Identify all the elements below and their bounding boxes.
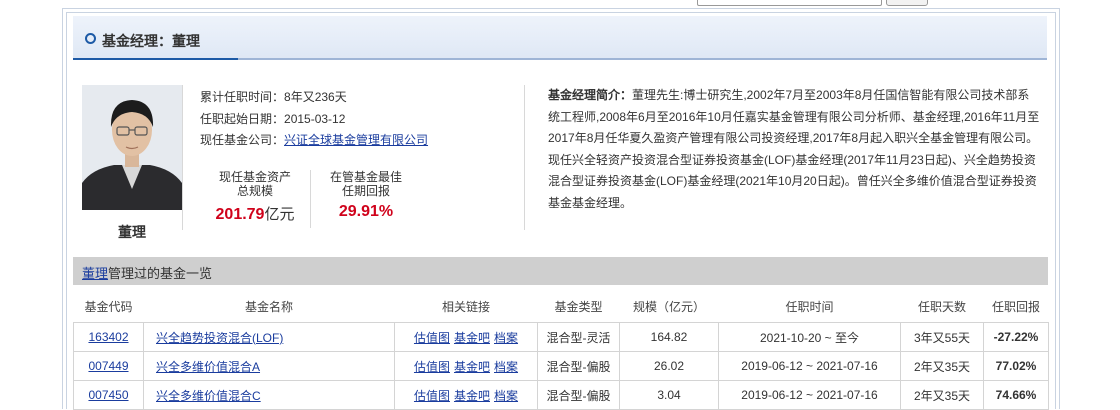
top-bar xyxy=(0,0,1120,8)
tenure-days-cell: 2年又35天 xyxy=(900,351,984,381)
fund-size-cell: 26.02 xyxy=(619,351,719,381)
tenure-period-cell: 2019-06-12 ~ 2021-07-16 xyxy=(718,351,901,381)
table-header-row: 基金代码 基金名称 相关链接 基金类型 规模（亿元） 任职时间 任职天数 任职回… xyxy=(73,290,1049,323)
fund-code-link[interactable]: 007449 xyxy=(88,359,128,373)
related-links-cell: 估值图 基金吧 档案 xyxy=(394,322,538,352)
table-row: 163402 兴全趋势投资混合(LOF) 估值图 基金吧 档案 混合型-灵活 164… xyxy=(73,322,1049,352)
fund-profile-link[interactable]: 档案 xyxy=(494,360,518,374)
start-date-label: 任职起始日期： xyxy=(200,112,285,126)
fund-list-header: 董理管理过的基金一览 xyxy=(73,257,1048,285)
fund-code-cell: 163402 xyxy=(73,322,144,352)
divider xyxy=(182,85,183,230)
related-links-cell: 估值图 基金吧 档案 xyxy=(394,380,538,410)
tenure-return-cell: 74.66% xyxy=(983,380,1049,410)
best-return-label: 在管基金最佳 任期回报 xyxy=(316,170,416,198)
fund-size-cell: 3.04 xyxy=(619,380,719,410)
tenure-period-cell: 2021-10-20 ~ 至今 xyxy=(718,322,901,352)
col-header-size: 规模（亿元） xyxy=(619,290,719,323)
fund-name-cell: 兴全趋势投资混合(LOF) xyxy=(143,322,395,352)
table-row: 007450 兴全多维价值混合C 估值图 基金吧 档案 混合型-偏股 3.04 20… xyxy=(73,380,1049,410)
fund-type-cell: 混合型-偏股 xyxy=(537,351,620,381)
tenure-return-cell: -27.22% xyxy=(983,322,1049,352)
fund-name-cell: 兴全多维价值混合A xyxy=(143,351,395,381)
fund-forum-link[interactable]: 基金吧 xyxy=(454,360,490,374)
col-header-return: 任职回报 xyxy=(983,290,1049,323)
person-portrait-icon xyxy=(82,85,182,210)
tenure-row: 累计任职时间：8年又236天 xyxy=(200,88,347,105)
fund-code-link[interactable]: 163402 xyxy=(88,330,128,344)
best-return-label-line1: 在管基金最佳 xyxy=(329,170,402,184)
manager-bio: 基金经理简介：董理先生:博士研究生,2002年7月至2003年8月任国信智能有限… xyxy=(548,85,1040,214)
divider xyxy=(524,85,525,230)
tenure-days-cell: 3年又55天 xyxy=(900,322,984,352)
search-input[interactable] xyxy=(697,0,882,6)
fund-list-title-text: 管理过的基金一览 xyxy=(108,266,213,281)
manager-name: 董理 xyxy=(118,224,146,240)
tenure-days-cell: 2年又35天 xyxy=(900,380,984,410)
col-header-code: 基金代码 xyxy=(73,290,144,323)
search-button[interactable] xyxy=(886,0,928,6)
fund-list-title: 董理管理过的基金一览 xyxy=(82,263,212,282)
aum-label: 现任基金资产 总规模 xyxy=(205,170,305,198)
tenure-label: 累计任职时间： xyxy=(200,90,285,104)
tenure-return-cell: 77.02% xyxy=(983,351,1049,381)
start-date-value: 2015-03-12 xyxy=(284,112,346,126)
fund-code-cell: 007449 xyxy=(73,351,144,381)
col-header-links: 相关链接 xyxy=(394,290,538,323)
bio-label: 基金经理简介： xyxy=(548,88,633,102)
fund-code-cell: 007450 xyxy=(73,380,144,410)
fund-forum-link[interactable]: 基金吧 xyxy=(454,389,490,403)
best-return-value: 29.91% xyxy=(338,203,394,220)
fund-forum-link[interactable]: 基金吧 xyxy=(454,331,490,345)
aum-unit: 亿元 xyxy=(264,206,295,223)
company-link[interactable]: 兴证全球基金管理有限公司 xyxy=(284,133,428,147)
aum-label-line2: 总规模 xyxy=(236,184,273,198)
fund-name-link[interactable]: 兴全多维价值混合C xyxy=(156,389,261,403)
fund-size-cell: 164.82 xyxy=(619,322,719,352)
col-header-period: 任职时间 xyxy=(718,290,901,323)
fund-name-cell: 兴全多维价值混合C xyxy=(143,380,395,410)
aum-value: 201.79亿元 xyxy=(205,203,305,224)
company-label: 现任基金公司： xyxy=(200,133,285,147)
col-header-days: 任职天数 xyxy=(900,290,984,323)
tenure-value: 8年又236天 xyxy=(284,90,347,104)
fund-table: 基金代码 基金名称 相关链接 基金类型 规模（亿元） 任职时间 任职天数 任职回… xyxy=(73,290,1049,410)
circle-bullet-icon xyxy=(85,33,96,44)
fund-profile-link[interactable]: 档案 xyxy=(494,389,518,403)
fund-name-link[interactable]: 兴全趋势投资混合(LOF) xyxy=(156,331,283,345)
table-row: 007449 兴全多维价值混合A 估值图 基金吧 档案 混合型-偏股 26.02 2… xyxy=(73,351,1049,381)
fund-type-cell: 混合型-灵活 xyxy=(537,322,620,352)
related-links-cell: 估值图 基金吧 档案 xyxy=(394,351,538,381)
title-underline xyxy=(73,58,238,60)
fund-profile-link[interactable]: 档案 xyxy=(494,331,518,345)
section-title: 基金经理：董理 xyxy=(102,33,200,49)
aum-number: 201.79 xyxy=(215,206,265,223)
valuation-chart-link[interactable]: 估值图 xyxy=(414,360,450,374)
valuation-chart-link[interactable]: 估值图 xyxy=(414,389,450,403)
col-header-name: 基金名称 xyxy=(143,290,395,323)
manager-name-link[interactable]: 董理 xyxy=(82,266,108,281)
aum-label-line1: 现任基金资产 xyxy=(218,170,291,184)
col-header-type: 基金类型 xyxy=(537,290,620,323)
valuation-chart-link[interactable]: 估值图 xyxy=(414,331,450,345)
start-date-row: 任职起始日期：2015-03-12 xyxy=(200,110,345,127)
company-row: 现任基金公司：兴证全球基金管理有限公司 xyxy=(200,131,428,148)
best-return-label-line2: 任期回报 xyxy=(341,184,390,198)
divider xyxy=(310,170,311,228)
fund-name-link[interactable]: 兴全多维价值混合A xyxy=(156,360,260,374)
bio-text: 董理先生:博士研究生,2002年7月至2003年8月任国信智能有限公司技术部系统… xyxy=(548,88,1040,210)
tenure-period-cell: 2019-06-12 ~ 2021-07-16 xyxy=(718,380,901,410)
fund-type-cell: 混合型-偏股 xyxy=(537,380,620,410)
manager-photo xyxy=(82,85,182,210)
section-title-bar: 基金经理：董理 xyxy=(73,16,1047,60)
